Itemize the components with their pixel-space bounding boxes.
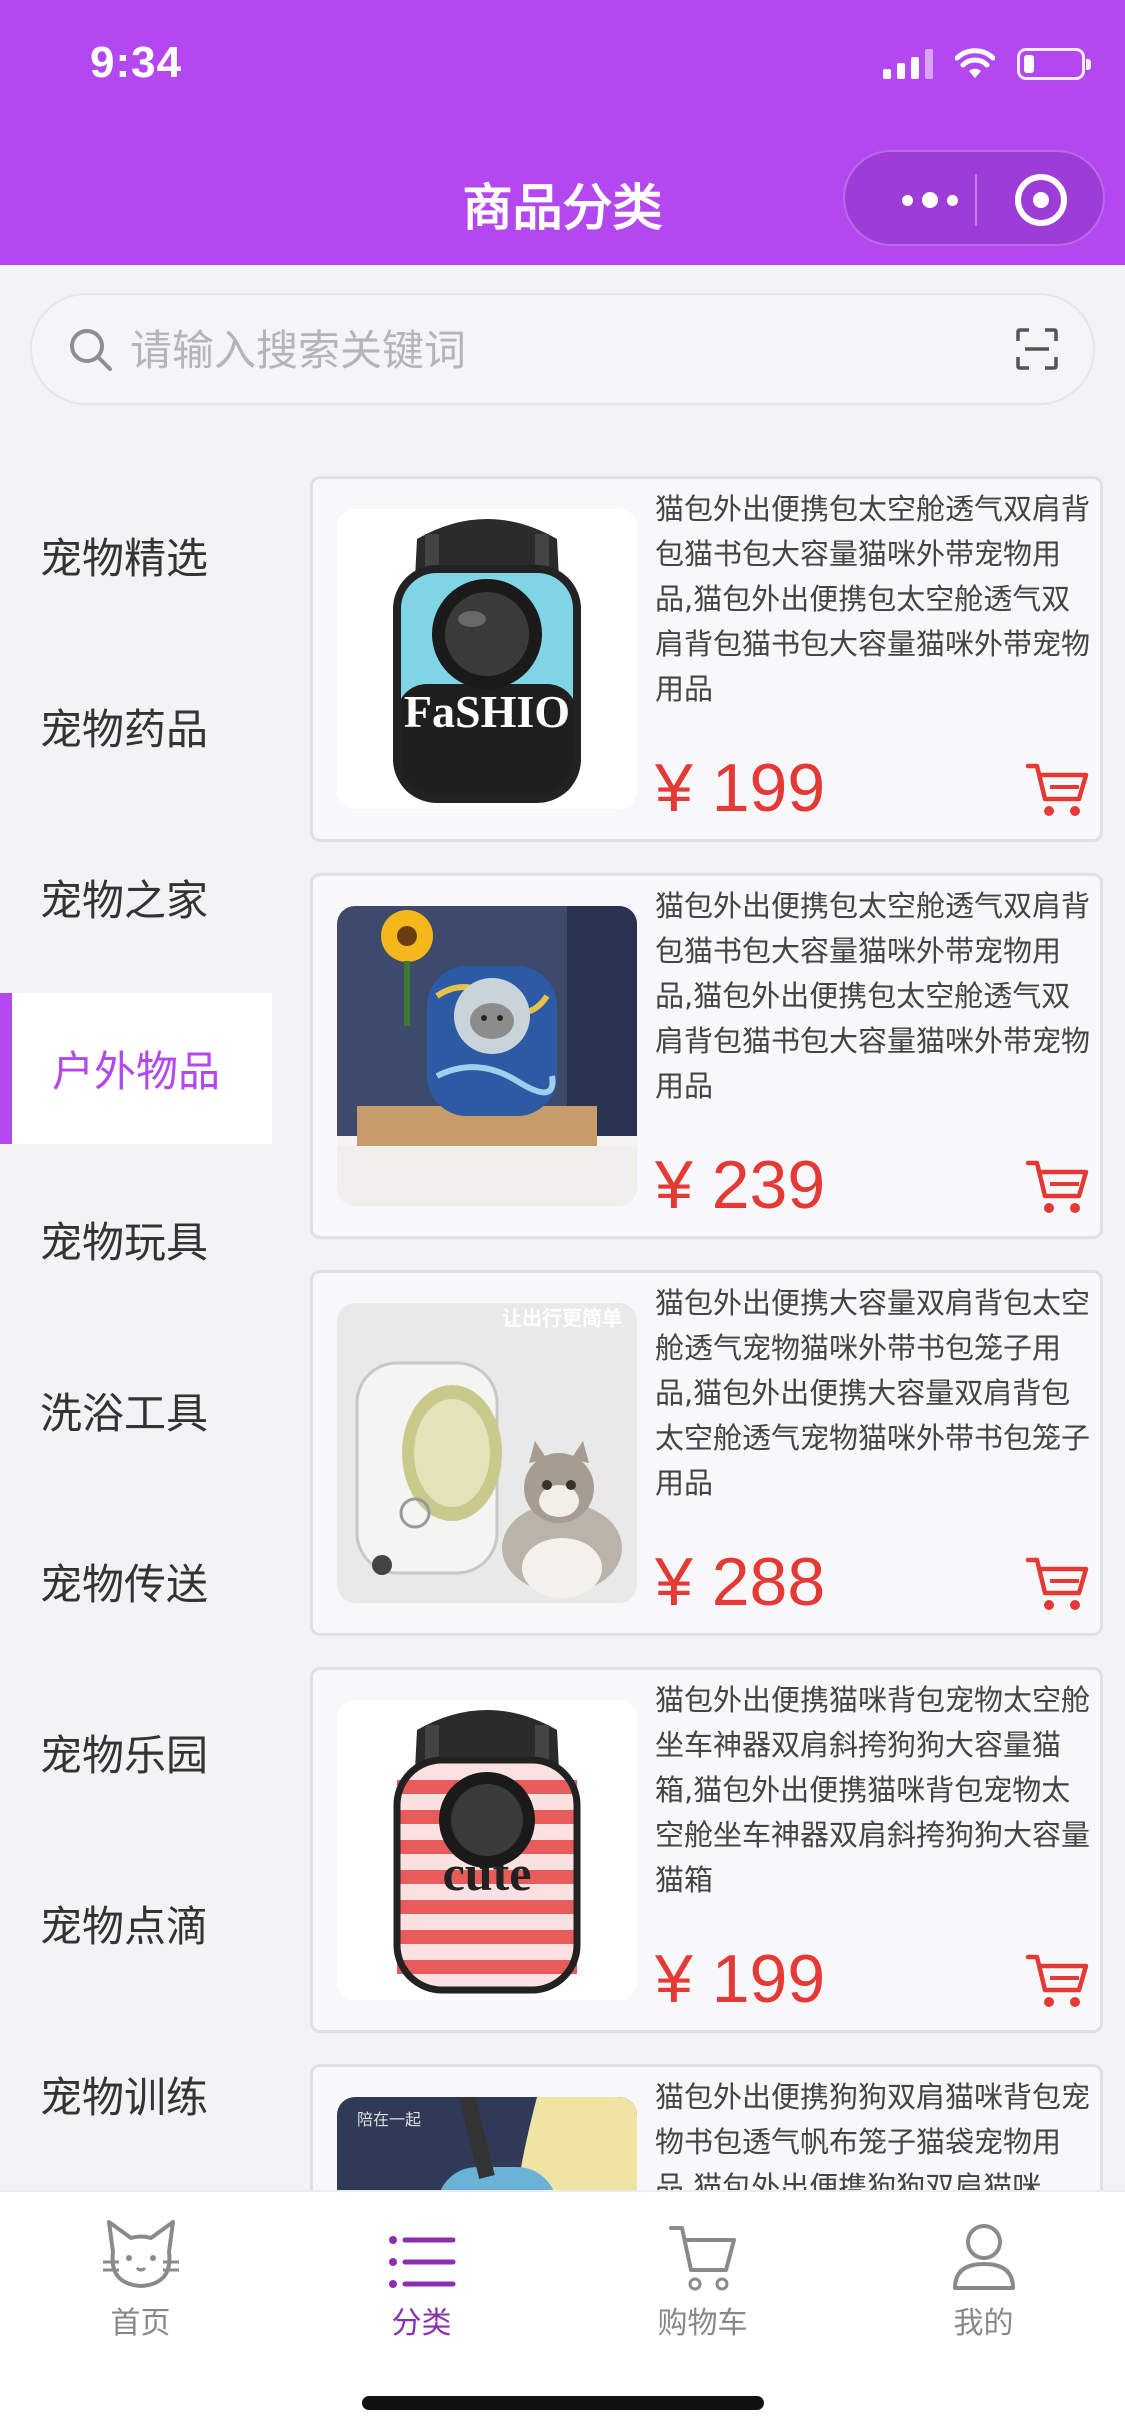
- tab-home[interactable]: 首页: [0, 2212, 281, 2342]
- sidebar-item-label: 宠物玩具: [40, 1218, 209, 1267]
- image-caption: 陪在一起: [357, 2110, 421, 2129]
- scan-icon[interactable]: [1015, 327, 1059, 371]
- sidebar-item-label: 户外物品: [52, 1047, 221, 1096]
- product-title: 猫包外出便携包太空舱透气双肩背包猫书包大容量猫咪外带宠物用品,猫包外出便携包太空…: [655, 492, 1091, 706]
- product-price: ¥ 239: [655, 1147, 826, 1223]
- sidebar-item-label: 宠物精选: [40, 534, 209, 583]
- sidebar-item-label: 宠物之家: [40, 876, 209, 925]
- product-image: 陪在一起: [337, 2097, 637, 2191]
- more-icon[interactable]: [885, 182, 975, 218]
- sidebar-item-bath-tools[interactable]: 洗浴工具: [0, 1325, 272, 1496]
- tab-label: 分类: [391, 2306, 452, 2341]
- tab-label: 首页: [110, 2306, 171, 2341]
- product-price: ¥ 199: [655, 1941, 826, 2017]
- sidebar-item-outdoor[interactable]: 户外物品: [0, 993, 272, 1144]
- tab-label: 购物车: [657, 2306, 748, 2341]
- mini-program-capsule: [843, 150, 1105, 246]
- add-to-cart-icon[interactable]: [1025, 1952, 1089, 2010]
- sidebar-item-pet-home[interactable]: 宠物之家: [0, 812, 272, 983]
- category-sidebar: 宠物精选 宠物药品 宠物之家 户外物品 宠物玩具 洗浴工具 宠物传送 宠物乐园 …: [0, 470, 272, 2180]
- product-title: 猫包外出便携包太空舱透气双肩背包猫书包大容量猫咪外带宠物用品,猫包外出便携包太空…: [655, 889, 1091, 1103]
- list-icon: [388, 2236, 455, 2288]
- sidebar-item-pet-medicine[interactable]: 宠物药品: [0, 641, 272, 812]
- signal-icon: [883, 49, 933, 79]
- product-title: 猫包外出便携猫咪背包宠物太空舱坐车神器双肩斜挎狗狗大容量猫箱,猫包外出便携猫咪背…: [655, 1683, 1091, 1897]
- product-card[interactable]: cute 猫包外出便携猫咪背包宠物太空舱坐车神器双肩斜挎狗狗大容量猫箱,猫包外出…: [310, 1667, 1103, 2033]
- product-card[interactable]: 猫包外出便携包太空舱透气双肩背包猫书包大容量猫咪外带宠物用品,猫包外出便携包太空…: [310, 873, 1103, 1239]
- cart-icon: [668, 2226, 736, 2291]
- capsule-divider: [975, 174, 977, 226]
- wifi-icon: [955, 48, 995, 78]
- image-caption: 让出行更简单: [502, 1306, 622, 1330]
- tab-cart[interactable]: 购物车: [562, 2212, 843, 2342]
- product-image: [337, 906, 637, 1206]
- sidebar-item-label: 宠物点滴: [40, 1902, 209, 1951]
- status-icons: [883, 48, 1091, 80]
- sidebar-item-label: 宠物乐园: [40, 1731, 209, 1780]
- product-price: ¥ 288: [655, 1544, 826, 1620]
- product-image: 让出行更简单: [337, 1303, 637, 1603]
- product-image: cute: [337, 1700, 637, 2000]
- product-price: ¥ 199: [655, 750, 826, 826]
- sidebar-item-pet-toys[interactable]: 宠物玩具: [0, 1154, 272, 1325]
- product-card[interactable]: FaSHIO 猫包外出便携包太空舱透气双肩背包猫书包大容量猫咪外带宠物用品,猫包…: [310, 476, 1103, 842]
- add-to-cart-icon[interactable]: [1025, 1555, 1089, 1613]
- sidebar-item-pet-selection[interactable]: 宠物精选: [0, 470, 272, 641]
- search-icon: [70, 329, 112, 371]
- svg-text:FaSHIO: FaSHIO: [404, 686, 570, 737]
- product-title: 猫包外出便携大容量双肩背包太空舱透气宠物猫咪外带书包笼子用品,猫包外出便携大容量…: [655, 1286, 1091, 1500]
- sidebar-item-label: 宠物传送: [40, 1560, 209, 1609]
- search-input[interactable]: [130, 319, 980, 381]
- sidebar-item-label: 宠物训练: [40, 2073, 209, 2122]
- header: 9:34 商品分类: [0, 0, 1125, 265]
- product-title: 猫包外出便携狗狗双肩猫咪背包宠物书包透气帆布笼子猫袋宠物用品,猫包外出便携狗狗双…: [655, 2080, 1091, 2191]
- tab-category[interactable]: 分类: [281, 2212, 562, 2342]
- battery-icon: [1017, 48, 1091, 80]
- cat-icon: [102, 2220, 179, 2288]
- search-bar[interactable]: [30, 293, 1095, 405]
- add-to-cart-icon[interactable]: [1025, 1158, 1089, 1216]
- sidebar-item-label: 宠物药品: [40, 705, 209, 754]
- product-card[interactable]: 陪在一起 猫包外出便携狗狗双肩猫咪背包宠物书包透气帆布笼子猫袋宠物用品,猫包外出…: [310, 2064, 1103, 2191]
- home-indicator: [362, 2396, 764, 2410]
- sidebar-item-pet-training[interactable]: 宠物训练: [0, 2009, 272, 2180]
- product-list: FaSHIO 猫包外出便携包太空舱透气双肩背包猫书包大容量猫咪外带宠物用品,猫包…: [310, 476, 1105, 2191]
- user-icon: [952, 2224, 1015, 2290]
- tab-label: 我的: [953, 2306, 1014, 2341]
- close-miniprogram-icon[interactable]: [1015, 174, 1067, 226]
- product-image: FaSHIO: [337, 509, 637, 809]
- add-to-cart-icon[interactable]: [1025, 761, 1089, 819]
- tab-me[interactable]: 我的: [843, 2212, 1124, 2342]
- sidebar-item-pet-drip[interactable]: 宠物点滴: [0, 1838, 272, 2009]
- status-time: 9:34: [90, 38, 183, 87]
- sidebar-item-pet-transport[interactable]: 宠物传送: [0, 1496, 272, 1667]
- sidebar-item-label: 洗浴工具: [40, 1389, 209, 1438]
- product-card[interactable]: 让出行更简单 猫包外出便携大容量双肩背包太空舱透气宠物猫咪外带书包笼子用品,猫包…: [310, 1270, 1103, 1636]
- sidebar-item-pet-park[interactable]: 宠物乐园: [0, 1667, 272, 1838]
